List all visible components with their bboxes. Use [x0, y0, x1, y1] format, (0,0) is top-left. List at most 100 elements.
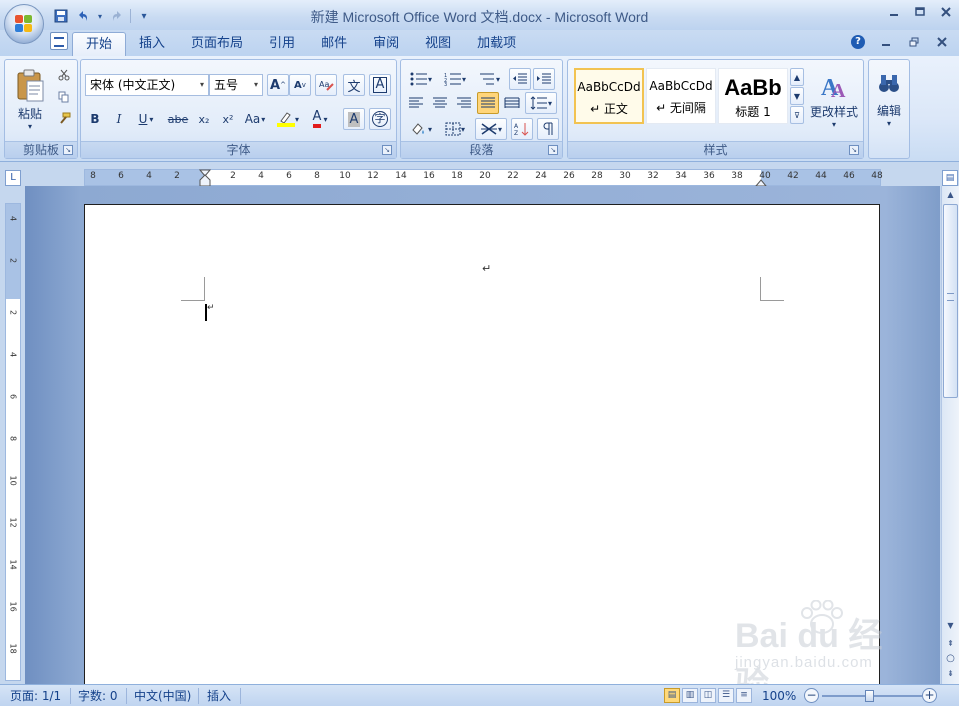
font-size-dropdown-icon[interactable]: ▾ — [250, 75, 262, 95]
font-name-combo[interactable]: 宋体 (中文正文) ▾ — [85, 74, 209, 96]
font-name-dropdown-icon[interactable]: ▾ — [196, 75, 208, 95]
bold-button[interactable]: B — [85, 108, 105, 130]
scroll-thumb[interactable] — [943, 204, 958, 398]
title-bar: ▾ ▾ 新建 Microsoft Office Word 文档.docx - M… — [0, 0, 959, 32]
insert-mode-status[interactable]: 插入 — [207, 688, 231, 704]
scroll-up-icon[interactable]: ▲ — [943, 187, 958, 202]
shrink-font-button[interactable]: Av — [289, 74, 311, 96]
indent-marker-icon[interactable] — [199, 169, 211, 187]
paste-button[interactable]: 粘贴 ▾ — [9, 64, 51, 136]
clipboard-launcher-icon[interactable]: ↘ — [63, 145, 73, 155]
multilevel-list-button[interactable]: ▾ — [473, 68, 505, 90]
change-styles-button[interactable]: AA 更改样式 ▾ — [806, 64, 862, 136]
distributed-align-icon[interactable] — [501, 92, 523, 114]
highlight-color-button[interactable]: ▾ — [273, 108, 303, 130]
subscript-button[interactable]: x₂ — [193, 108, 215, 130]
page-count-status[interactable]: 页面: 1/1 — [10, 688, 61, 704]
underline-label: U — [138, 112, 148, 126]
change-styles-icon: AA — [821, 75, 846, 101]
show-formatting-marks-icon[interactable] — [537, 118, 559, 140]
font-launcher-icon[interactable]: ↘ — [382, 145, 392, 155]
doc-restore-button[interactable] — [907, 35, 921, 49]
borders-icon[interactable]: ▾ — [439, 118, 471, 140]
character-shading-button[interactable]: A — [343, 108, 365, 130]
tab-selector-icon[interactable]: L — [5, 170, 21, 186]
copy-icon[interactable] — [55, 88, 73, 106]
help-icon[interactable]: ? — [851, 35, 865, 49]
bullets-button[interactable]: ▾ — [405, 68, 437, 90]
tab-add-ins[interactable]: 加载项 — [464, 32, 529, 56]
style-normal[interactable]: AaBbCcDd ↵ 正文 — [574, 68, 644, 124]
word-count-status[interactable]: 字数: 0 — [78, 688, 118, 704]
style-heading-1[interactable]: AaBb 标题 1 — [718, 68, 788, 124]
increase-indent-icon[interactable] — [533, 68, 555, 90]
tab-home[interactable]: 开始 — [72, 32, 127, 56]
zoom-level[interactable]: 100% — [762, 688, 796, 704]
doc-close-button[interactable] — [935, 35, 949, 49]
ruler-tick-label: 2 — [230, 171, 236, 181]
vertical-ruler[interactable]: 4 2 2 4 6 8 10 12 14 16 18 — [5, 203, 21, 681]
view-ruler-icon[interactable]: ▤ — [942, 170, 958, 186]
tab-insert[interactable]: 插入 — [126, 32, 178, 56]
horizontal-ruler[interactable]: 8 6 4 2 2 4 6 8 10 12 14 16 18 20 22 24 26 28 30 32 34 36 38 40… — [84, 169, 883, 187]
cut-icon[interactable] — [55, 66, 73, 84]
paragraph-launcher-icon[interactable]: ↘ — [548, 145, 558, 155]
tab-review[interactable]: 审阅 — [360, 32, 412, 56]
styles-launcher-icon[interactable]: ↘ — [849, 145, 859, 155]
shading-icon[interactable]: ▾ — [405, 118, 437, 140]
tab-references[interactable]: 引用 — [256, 32, 308, 56]
styles-scroll-down-icon[interactable]: ▼ — [790, 87, 804, 105]
doc-minimize-button[interactable] — [879, 35, 893, 49]
numbering-button[interactable]: 1 2 3 ▾ — [439, 68, 471, 90]
superscript-button[interactable]: x² — [217, 108, 239, 130]
styles-more-icon[interactable]: ⊽ — [790, 106, 804, 124]
minimize-button[interactable] — [887, 5, 901, 19]
font-size-combo[interactable]: 五号 ▾ — [209, 74, 263, 96]
clear-format-icon[interactable]: Aa — [315, 74, 337, 96]
select-browse-object-icon[interactable]: ○ — [943, 651, 958, 666]
next-page-icon[interactable]: ⇟ — [943, 666, 958, 681]
style-no-spacing[interactable]: AaBbCcDd ↵ 无间隔 — [646, 68, 716, 124]
font-color-button[interactable]: A ▾ — [305, 108, 335, 130]
decrease-indent-icon[interactable] — [509, 68, 531, 90]
enclose-characters-button[interactable]: 字 — [369, 108, 391, 130]
maximize-button[interactable] — [913, 5, 927, 19]
full-screen-reading-view-icon[interactable]: ▥ — [682, 688, 698, 703]
character-border-button[interactable]: A — [369, 74, 391, 96]
scroll-down-icon[interactable]: ▼ — [943, 618, 958, 633]
align-right-icon[interactable] — [453, 92, 475, 114]
tab-view[interactable]: 视图 — [412, 32, 464, 56]
styles-scroll-up-icon[interactable]: ▲ — [790, 68, 804, 86]
justify-icon[interactable] — [477, 92, 499, 114]
strikethrough-button[interactable]: abe — [165, 108, 191, 130]
grow-font-button[interactable]: A ^ — [267, 74, 289, 96]
align-center-icon[interactable] — [429, 92, 451, 114]
zoom-in-icon[interactable]: + — [922, 688, 937, 703]
print-layout-view-icon[interactable]: ▤ — [664, 688, 680, 703]
language-status[interactable]: 中文(中国) — [134, 688, 191, 704]
italic-button[interactable]: I — [109, 108, 129, 130]
previous-page-icon[interactable]: ⇞ — [943, 636, 958, 651]
phonetic-guide-button[interactable]: 文 — [343, 74, 365, 96]
format-painter-icon[interactable] — [55, 110, 73, 128]
editing-button[interactable]: 编辑 ▾ — [871, 64, 907, 136]
web-layout-view-icon[interactable]: ◫ — [700, 688, 716, 703]
office-button[interactable] — [4, 4, 44, 44]
zoom-slider-thumb[interactable] — [865, 690, 874, 702]
tab-mailings[interactable]: 邮件 — [308, 32, 360, 56]
align-left-icon[interactable] — [405, 92, 427, 114]
ruler-tick-label: 8 — [90, 171, 96, 181]
close-button[interactable] — [939, 5, 953, 19]
vertical-scrollbar[interactable]: ▲ ▼ ⇞ ○ ⇟ — [941, 186, 959, 684]
chinese-layout-icon[interactable]: ▾ — [475, 118, 507, 140]
underline-button[interactable]: U ▾ — [133, 108, 159, 130]
document-icon[interactable] — [50, 32, 68, 50]
zoom-out-icon[interactable]: − — [804, 688, 819, 703]
outline-view-icon[interactable]: ☰ — [718, 688, 734, 703]
line-spacing-icon[interactable]: ▾ — [525, 92, 557, 114]
change-case-button[interactable]: Aa ▾ — [241, 108, 269, 130]
status-separator — [240, 688, 241, 704]
sort-icon[interactable]: AZ — [511, 118, 533, 140]
draft-view-icon[interactable]: ≡ — [736, 688, 752, 703]
tab-page-layout[interactable]: 页面布局 — [178, 32, 256, 56]
